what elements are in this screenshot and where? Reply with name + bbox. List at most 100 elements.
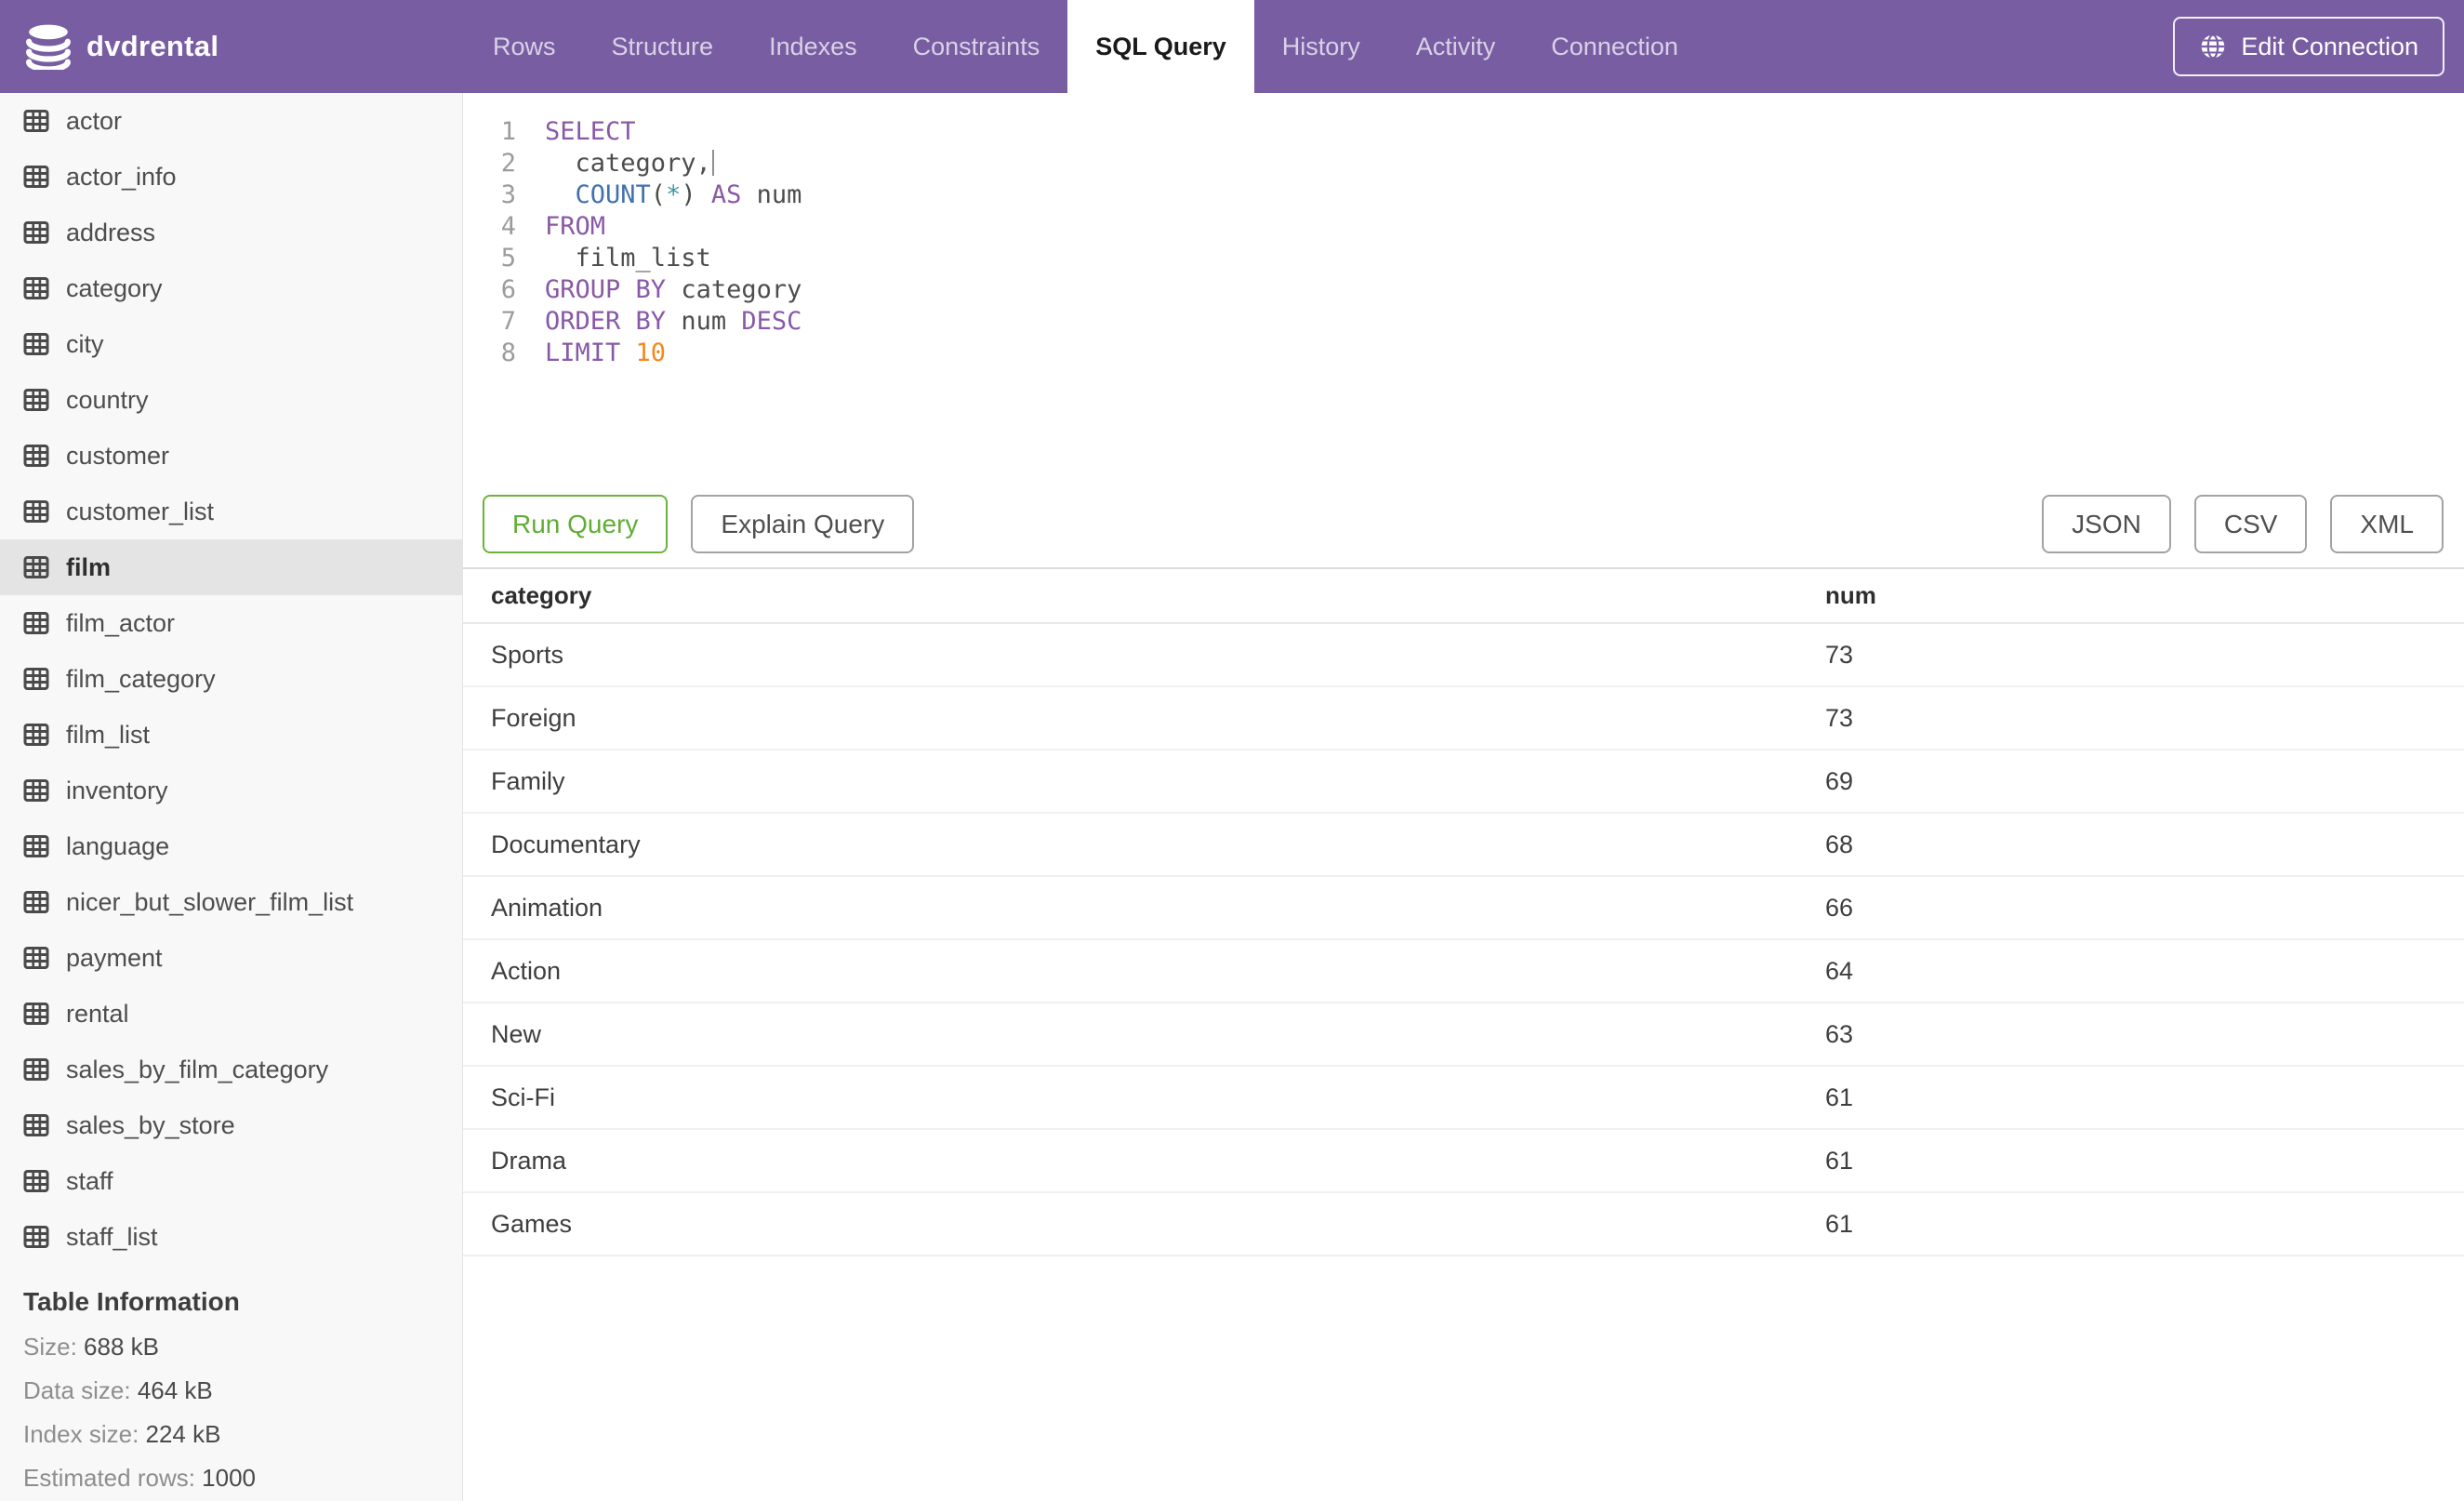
tab-activity[interactable]: Activity bbox=[1388, 0, 1524, 93]
line-code: film_list bbox=[516, 243, 711, 274]
run-query-button[interactable]: Run Query bbox=[483, 495, 669, 553]
info-label: Estimated rows: bbox=[23, 1464, 203, 1492]
database-icon bbox=[26, 24, 71, 70]
sidebar-item-city[interactable]: city bbox=[0, 316, 462, 372]
cell-category: Action bbox=[463, 939, 1825, 1003]
brand: dvdrental bbox=[0, 0, 465, 93]
line-code: COUNT(*) AS num bbox=[516, 179, 802, 211]
line-number: 4 bbox=[500, 212, 516, 241]
sidebar-item-staff-list[interactable]: staff_list bbox=[0, 1209, 462, 1265]
sidebar-item-sales-by-film-category[interactable]: sales_by_film_category bbox=[0, 1042, 462, 1097]
sidebar-item-nicer-but-slower-film-list[interactable]: nicer_but_slower_film_list bbox=[0, 874, 462, 930]
info-value: 688 kB bbox=[84, 1333, 159, 1361]
cell-num: 66 bbox=[1825, 876, 2464, 940]
table-icon bbox=[23, 556, 49, 578]
table-row: Action 64 bbox=[463, 939, 2464, 1003]
sidebar-item-label: customer_list bbox=[66, 497, 215, 525]
table-row: New 63 bbox=[463, 1003, 2464, 1067]
cell-num: 63 bbox=[1825, 1003, 2464, 1067]
cell-num: 68 bbox=[1825, 813, 2464, 877]
sql-editor[interactable]: 1 SELECT 2 category, 3 COUNT(*) AS num 4 FROM… bbox=[463, 93, 2464, 495]
export-json-button[interactable]: JSON bbox=[2042, 495, 2171, 553]
tab-sql-query[interactable]: SQL Query bbox=[1067, 0, 1254, 93]
text-cursor bbox=[711, 150, 714, 176]
table-information-heading: Table Information bbox=[23, 1287, 240, 1316]
sidebar-item-film-actor[interactable]: film_actor bbox=[0, 595, 462, 651]
info-index-size: Index size: 224 kB bbox=[23, 1420, 439, 1448]
sidebar-item-sales-by-store[interactable]: sales_by_store bbox=[0, 1097, 462, 1153]
table-information-rows: Size: 688 kB Data size: 464 kB Index size:… bbox=[23, 1333, 439, 1492]
sidebar-item-rental[interactable]: rental bbox=[0, 986, 462, 1042]
results-header-row: category num bbox=[463, 569, 2464, 624]
tab-rows[interactable]: Rows bbox=[465, 0, 584, 93]
info-data-size: Data size: 464 kB bbox=[23, 1376, 439, 1404]
sidebar-item-label: sales_by_store bbox=[66, 1110, 235, 1139]
sql-token-kw: SELECT bbox=[545, 117, 636, 146]
cell-category: New bbox=[463, 1003, 1825, 1067]
main-area: actor actor_info address category city countr… bbox=[0, 93, 2464, 1501]
table-icon bbox=[23, 612, 49, 634]
cell-num: 69 bbox=[1825, 750, 2464, 814]
sidebar-item-actor-info[interactable]: actor_info bbox=[0, 149, 462, 205]
table-icon bbox=[23, 1114, 49, 1136]
tab-constraints[interactable]: Constraints bbox=[885, 0, 1068, 93]
cell-category: Drama bbox=[463, 1129, 1825, 1193]
sql-token-kw: AS bbox=[710, 180, 742, 209]
sidebar-item-country[interactable]: country bbox=[0, 372, 462, 428]
cell-category: Animation bbox=[463, 876, 1825, 940]
tab-structure[interactable]: Structure bbox=[584, 0, 742, 93]
info-size: Size: 688 kB bbox=[23, 1333, 439, 1361]
sidebar-item-inventory[interactable]: inventory bbox=[0, 763, 462, 818]
table-icon bbox=[23, 166, 49, 188]
sql-token-txt bbox=[620, 275, 635, 304]
sidebar-item-film[interactable]: film bbox=[0, 539, 462, 595]
sidebar-item-customer-list[interactable]: customer_list bbox=[0, 484, 462, 539]
results-body: Sports 73 Foreign 73 Family 69 Documentary 68 An… bbox=[463, 623, 2464, 1256]
line-code: FROM bbox=[516, 211, 605, 243]
sidebar-item-category[interactable]: category bbox=[0, 260, 462, 316]
sidebar-item-label: city bbox=[66, 329, 104, 358]
globe-icon bbox=[2202, 33, 2225, 60]
table-row: Sports 73 bbox=[463, 623, 2464, 687]
sql-token-txt: category bbox=[666, 275, 802, 304]
tab-connection[interactable]: Connection bbox=[1523, 0, 1706, 93]
sidebar-item-label: actor bbox=[66, 106, 123, 135]
sidebar-item-label: customer bbox=[66, 441, 170, 470]
info-value: 224 kB bbox=[145, 1420, 221, 1448]
sql-token-txt: ) bbox=[681, 180, 696, 209]
sidebar-item-label: inventory bbox=[66, 776, 168, 804]
sidebar-item-address[interactable]: address bbox=[0, 205, 462, 260]
editor-line: 6 GROUP BY category bbox=[463, 274, 2464, 306]
line-number: 5 bbox=[500, 244, 516, 272]
sidebar-item-customer[interactable]: customer bbox=[0, 428, 462, 484]
sql-token-txt bbox=[620, 339, 635, 367]
sidebar-item-staff[interactable]: staff bbox=[0, 1153, 462, 1209]
sidebar-item-film-list[interactable]: film_list bbox=[0, 707, 462, 763]
sql-token-txt: film_list bbox=[545, 244, 711, 272]
app-window: dvdrental Rows Structure Indexes Constraint… bbox=[0, 0, 2464, 1501]
editor-line: 5 film_list bbox=[463, 243, 2464, 274]
tab-history[interactable]: History bbox=[1254, 0, 1388, 93]
database-title: dvdrental bbox=[86, 30, 219, 62]
edit-connection-label: Edit Connection bbox=[2241, 32, 2418, 60]
export-csv-button[interactable]: CSV bbox=[2193, 495, 2308, 553]
sql-token-kw: BY bbox=[635, 275, 667, 304]
tab-indexes[interactable]: Indexes bbox=[741, 0, 885, 93]
explain-query-button[interactable]: Explain Query bbox=[691, 495, 915, 553]
export-xml-button[interactable]: XML bbox=[2330, 495, 2444, 553]
sidebar-item-payment[interactable]: payment bbox=[0, 930, 462, 986]
line-code: GROUP BY category bbox=[516, 274, 801, 306]
sidebar-item-label: staff_list bbox=[66, 1222, 158, 1251]
results-column-category: category bbox=[463, 569, 1825, 624]
edit-connection-button[interactable]: Edit Connection bbox=[2173, 17, 2444, 76]
sidebar-item-label: language bbox=[66, 831, 170, 860]
sidebar-item-film-category[interactable]: film_category bbox=[0, 651, 462, 707]
cell-num: 61 bbox=[1825, 1066, 2464, 1130]
sidebar-item-language[interactable]: language bbox=[0, 818, 462, 874]
sidebar-item-actor[interactable]: actor bbox=[0, 93, 462, 149]
sql-token-txt bbox=[545, 180, 576, 209]
table-icon bbox=[23, 835, 49, 857]
table-information-panel: Table Information Size: 688 kB Data size:… bbox=[0, 1265, 462, 1492]
results-table: category num Sports 73 Foreign 73 Family 69 Doc… bbox=[463, 569, 2464, 1256]
sql-token-txt: ( bbox=[650, 180, 667, 209]
